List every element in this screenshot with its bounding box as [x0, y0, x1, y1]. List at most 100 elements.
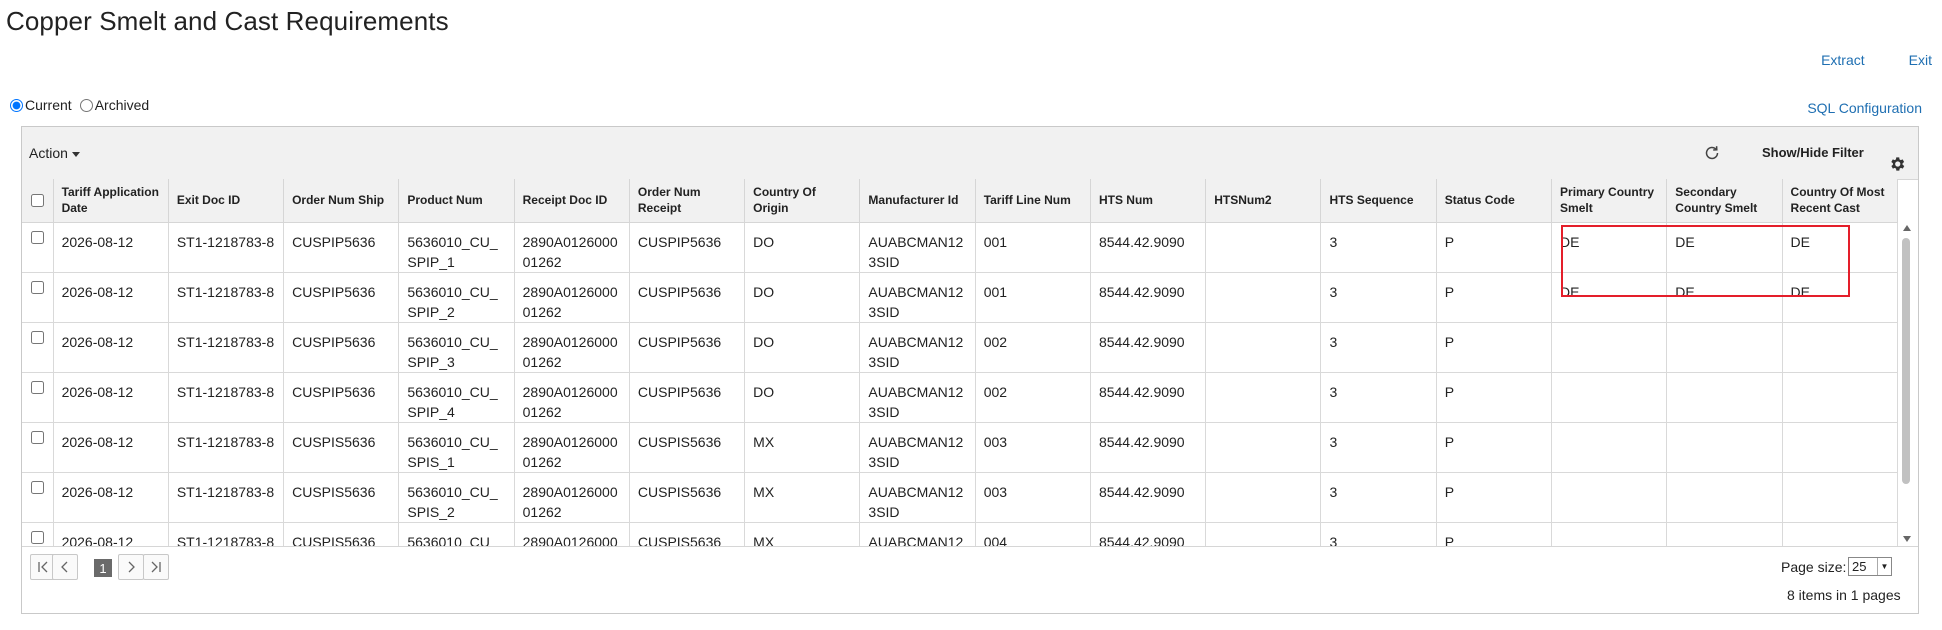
archived-option[interactable]: Archived: [79, 97, 150, 113]
table-cell: [1782, 322, 1898, 373]
table-cell: [1205, 422, 1322, 473]
table-cell: DO: [744, 222, 861, 273]
table-row[interactable]: 2026-08-12 ST1-1218783-8 CUSPIP5636 5636010…: [22, 372, 1898, 423]
table-cell: 2890A012600001262: [514, 222, 630, 273]
scroll-down-icon[interactable]: [1903, 536, 1911, 542]
table-cell: DE: [1551, 222, 1668, 273]
table-row[interactable]: 2026-08-12 ST1-1218783-8 CUSPIP5636 5636010…: [22, 222, 1898, 273]
column-header[interactable]: Primary Country Smelt: [1551, 179, 1668, 223]
column-header[interactable]: Order Num Receipt: [629, 179, 746, 223]
row-select-cell: [22, 272, 54, 323]
table-row[interactable]: 2026-08-12 ST1-1218783-8 CUSPIS5636 5636010…: [22, 422, 1898, 473]
column-header[interactable]: Tariff Application Date: [53, 179, 169, 223]
table-cell: [1782, 422, 1898, 473]
table-cell: 004: [975, 522, 1091, 546]
archived-radio[interactable]: [79, 98, 93, 112]
show-hide-filter-button[interactable]: Show/Hide Filter: [1762, 145, 1864, 160]
column-header[interactable]: Country Of Most Recent Cast: [1782, 179, 1898, 223]
table-cell: DO: [744, 322, 861, 373]
table-cell: [1666, 472, 1783, 523]
column-header[interactable]: Country Of Origin: [744, 179, 861, 223]
column-header[interactable]: Exit Doc ID: [168, 179, 285, 223]
table-cell: 5636010_CU_SPIS_3: [398, 522, 515, 546]
column-header[interactable]: Secondary Country Smelt: [1666, 179, 1783, 223]
row-checkbox[interactable]: [31, 480, 45, 494]
last-page-icon[interactable]: [143, 554, 169, 580]
table-cell: P: [1436, 272, 1553, 323]
exit-link[interactable]: Exit: [1909, 52, 1932, 68]
dropdown-arrow-icon[interactable]: ▼: [1877, 558, 1891, 575]
column-header[interactable]: HTS Sequence: [1320, 179, 1437, 223]
action-menu-button[interactable]: Action: [29, 145, 80, 161]
table-body: 2026-08-12 ST1-1218783-8 CUSPIP5636 5636010…: [22, 222, 1898, 546]
select-all-checkbox[interactable]: [31, 193, 45, 207]
table-row[interactable]: 2026-08-12 ST1-1218783-8 CUSPIS5636 5636010…: [22, 522, 1898, 546]
table-cell: 3: [1320, 222, 1437, 273]
next-page-icon[interactable]: [118, 554, 144, 580]
page-size-select[interactable]: 25 ▼: [1848, 557, 1892, 576]
column-header[interactable]: Receipt Doc ID: [514, 179, 630, 223]
row-select-cell: [22, 472, 54, 523]
column-header[interactable]: HTS Num: [1090, 179, 1207, 223]
row-checkbox[interactable]: [31, 330, 45, 344]
table-cell: 8544.42.9090: [1090, 422, 1207, 473]
table-cell: CUSPIP5636: [283, 372, 400, 423]
table-cell: ST1-1218783-8: [168, 272, 285, 323]
table-cell: 3: [1320, 522, 1437, 546]
table-cell: [1666, 522, 1783, 546]
current-option[interactable]: Current: [10, 97, 72, 113]
table-cell: CUSPIS5636: [283, 422, 400, 473]
data-grid: Action Show/Hide Filter Tariff Applicati…: [21, 126, 1919, 614]
table-cell: 5636010_CU_SPIP_1: [398, 222, 515, 273]
gear-icon[interactable]: [1888, 155, 1906, 173]
table-viewport[interactable]: Tariff Application Date Exit Doc ID Order …: [22, 179, 1898, 546]
table-cell: AUABCMAN123SID: [859, 422, 976, 473]
scroll-up-icon[interactable]: [1903, 225, 1911, 231]
row-checkbox[interactable]: [31, 380, 45, 394]
prev-page-icon[interactable]: [52, 554, 78, 580]
archived-label: Archived: [94, 97, 150, 113]
extract-link[interactable]: Extract: [1821, 52, 1865, 68]
table-cell: 5636010_CU_SPIS_2: [398, 472, 515, 523]
table-cell: CUSPIS5636: [629, 422, 746, 473]
table-row[interactable]: 2026-08-12 ST1-1218783-8 CUSPIS5636 5636010…: [22, 472, 1898, 523]
page-size-label: Page size:: [1781, 559, 1847, 575]
table-cell: 8544.42.9090: [1090, 522, 1207, 546]
results-table: Tariff Application Date Exit Doc ID Order …: [22, 179, 1898, 546]
row-checkbox[interactable]: [31, 430, 45, 444]
column-header[interactable]: Order Num Ship: [283, 179, 400, 223]
scroll-thumb[interactable]: [1902, 238, 1910, 484]
top-links: Extract Exit: [1821, 52, 1932, 68]
row-checkbox[interactable]: [31, 230, 45, 244]
table-cell: ST1-1218783-8: [168, 372, 285, 423]
table-cell: 001: [975, 272, 1091, 323]
table-cell: [1782, 372, 1898, 423]
row-checkbox[interactable]: [31, 280, 45, 294]
current-radio[interactable]: [10, 98, 23, 112]
column-header[interactable]: HTSNum2: [1205, 179, 1322, 223]
column-header[interactable]: Product Num: [398, 179, 515, 223]
column-header[interactable]: Status Code: [1436, 179, 1553, 223]
table-cell: DE: [1666, 222, 1783, 273]
table-cell: [1551, 322, 1668, 373]
table-cell: ST1-1218783-8: [168, 322, 285, 373]
table-row[interactable]: 2026-08-12 ST1-1218783-8 CUSPIP5636 5636010…: [22, 272, 1898, 323]
vertical-scrollbar[interactable]: [1898, 222, 1916, 546]
sql-configuration-link[interactable]: SQL Configuration: [1807, 100, 1922, 116]
table-cell: 2890A012600001262: [514, 372, 630, 423]
table-cell: AUABCMAN123SID: [859, 322, 976, 373]
page-number-current[interactable]: 1: [94, 559, 112, 577]
column-header[interactable]: Manufacturer Id: [859, 179, 976, 223]
column-header[interactable]: Tariff Line Num: [975, 179, 1091, 223]
table-cell: [1205, 472, 1322, 523]
table-cell: 5636010_CU_SPIP_3: [398, 322, 515, 373]
row-select-cell: [22, 222, 54, 273]
table-cell: AUABCMAN123SID: [859, 472, 976, 523]
table-row[interactable]: 2026-08-12 ST1-1218783-8 CUSPIP5636 5636010…: [22, 322, 1898, 373]
items-summary: 8 items in 1 pages: [1787, 587, 1901, 603]
table-cell: CUSPIS5636: [629, 472, 746, 523]
row-checkbox[interactable]: [31, 530, 45, 544]
table-cell: 2890A012600001262: [514, 422, 630, 473]
refresh-icon[interactable]: [1702, 143, 1722, 163]
page-size-value: 25: [1852, 559, 1867, 574]
